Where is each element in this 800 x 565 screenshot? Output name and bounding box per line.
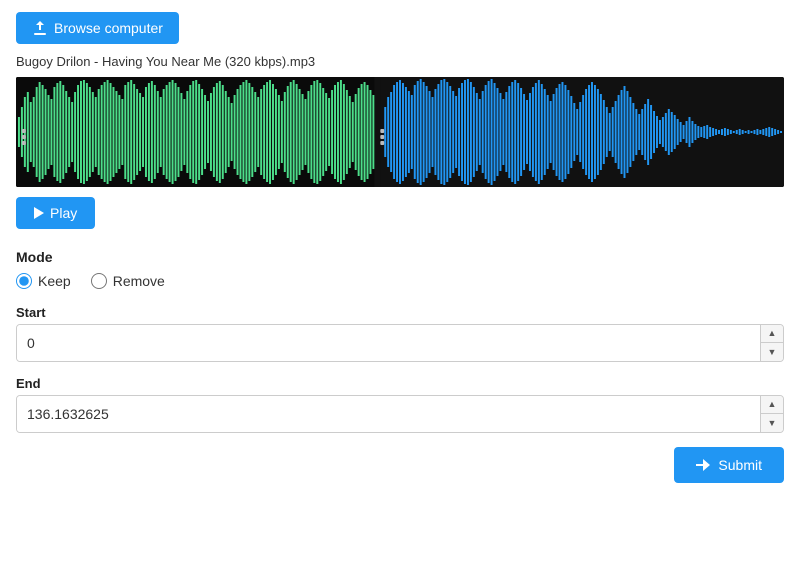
file-name: Bugoy Drilon - Having You Near Me (320 k… [16, 54, 784, 69]
upload-icon [32, 20, 48, 36]
mode-remove-radio[interactable] [91, 273, 107, 289]
start-input[interactable] [17, 325, 760, 361]
browse-button[interactable]: Browse computer [16, 12, 179, 44]
play-button[interactable]: Play [16, 197, 95, 229]
end-increment-button[interactable]: ▲ [761, 396, 783, 414]
end-input-wrapper: ▲ ▼ [16, 395, 784, 433]
mode-radio-group: Keep Remove [16, 273, 784, 289]
submit-button[interactable]: Submit [674, 447, 784, 483]
mode-keep-option[interactable]: Keep [16, 273, 71, 289]
end-field-group: End ▲ ▼ [16, 376, 784, 433]
end-label: End [16, 376, 784, 391]
start-label: Start [16, 305, 784, 320]
mode-remove-label: Remove [113, 273, 165, 289]
end-input[interactable] [17, 396, 760, 432]
mode-keep-radio[interactable] [16, 273, 32, 289]
end-spinner: ▲ ▼ [760, 396, 783, 432]
waveform-display[interactable] [16, 77, 784, 187]
end-decrement-button[interactable]: ▼ [761, 414, 783, 432]
start-increment-button[interactable]: ▲ [761, 325, 783, 343]
waveform-svg [16, 77, 784, 187]
start-input-wrapper: ▲ ▼ [16, 324, 784, 362]
start-field-group: Start ▲ ▼ [16, 305, 784, 362]
play-icon [34, 207, 44, 219]
mode-label: Mode [16, 249, 784, 265]
mode-remove-option[interactable]: Remove [91, 273, 165, 289]
arrow-right-icon [696, 459, 710, 471]
start-spinner: ▲ ▼ [760, 325, 783, 361]
start-decrement-button[interactable]: ▼ [761, 343, 783, 361]
mode-keep-label: Keep [38, 273, 71, 289]
submit-row: Submit [16, 447, 784, 483]
